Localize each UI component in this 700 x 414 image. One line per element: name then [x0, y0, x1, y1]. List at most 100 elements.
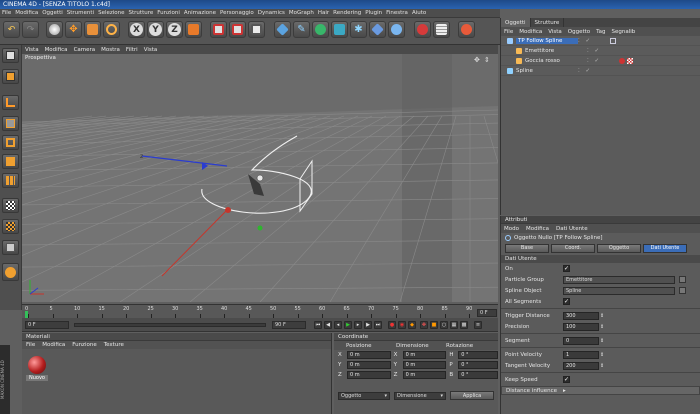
- attribute-menu-item[interactable]: Modo: [504, 226, 519, 232]
- viewport-perspective[interactable]: z ✥ ⇕ Prospettiva: [22, 54, 498, 302]
- property-number-field[interactable]: 0: [563, 336, 599, 345]
- scale-button[interactable]: [84, 21, 101, 38]
- xpresso-tag-icon[interactable]: [610, 37, 617, 44]
- property-checkbox[interactable]: ✓: [563, 265, 570, 272]
- workplane-button[interactable]: [2, 219, 19, 234]
- attr-tab[interactable]: Dati Utente: [643, 243, 687, 253]
- point-level-button[interactable]: ▩: [460, 321, 468, 329]
- rotation-field[interactable]: 0 °: [458, 361, 498, 369]
- position-field[interactable]: 0 m: [346, 351, 391, 359]
- axis-mode-button[interactable]: [2, 95, 19, 110]
- polygons-mode-button[interactable]: [2, 154, 19, 169]
- object-menu-item[interactable]: Vista: [548, 29, 562, 35]
- tab-oggetti[interactable]: Oggetti: [501, 18, 531, 27]
- pen-spline-button[interactable]: ✎: [293, 21, 310, 38]
- material-menu-item[interactable]: Modifica: [42, 342, 65, 348]
- object-row[interactable]: Spline ⁚ ✓: [501, 66, 700, 76]
- current-frame-field[interactable]: 0 F: [477, 309, 497, 317]
- object-row[interactable]: TP Follow Spline ⁚ ✓: [501, 36, 700, 46]
- undo-button[interactable]: ↶: [3, 21, 20, 38]
- deformer-button[interactable]: ✱: [350, 21, 367, 38]
- menu-item[interactable]: Oggetti: [42, 10, 63, 16]
- rotation-field[interactable]: 0 °: [458, 351, 498, 359]
- tag-icons[interactable]: [619, 57, 634, 64]
- record-button[interactable]: ●: [388, 321, 396, 329]
- menu-item[interactable]: Strutture: [129, 10, 154, 16]
- rotation-key-button[interactable]: ○: [440, 321, 448, 329]
- property-number-field[interactable]: 200: [563, 361, 599, 370]
- prev-key-button[interactable]: ◀: [324, 321, 332, 329]
- material-swatch-nuovo[interactable]: Nuovo: [26, 355, 48, 387]
- array-button[interactable]: [331, 21, 348, 38]
- distance-influence-group[interactable]: Distance influence ▸: [501, 386, 700, 395]
- texture-mode-button[interactable]: [2, 198, 19, 213]
- autokey-button[interactable]: ◉: [398, 321, 406, 329]
- viewport-menu-item[interactable]: Vista: [144, 47, 158, 53]
- stepper-icon[interactable]: ⇕: [600, 313, 604, 319]
- z-axis-button[interactable]: Z: [166, 21, 183, 38]
- snap-button[interactable]: [2, 240, 19, 255]
- menu-item[interactable]: Dynamics: [258, 10, 285, 16]
- position-key-button[interactable]: ✥: [420, 321, 428, 329]
- stepper-icon[interactable]: ⇕: [600, 338, 604, 344]
- x-axis-button[interactable]: X: [128, 21, 145, 38]
- property-link-field[interactable]: Emettitore: [563, 275, 675, 284]
- menu-item[interactable]: File: [2, 10, 11, 16]
- viewport-menu-item[interactable]: Camera: [74, 47, 96, 53]
- preview-range-slider[interactable]: [74, 323, 266, 327]
- attribute-menu-item[interactable]: Modifica: [526, 226, 549, 232]
- keyframe-selection-button[interactable]: ◆: [408, 321, 416, 329]
- menu-item[interactable]: Aiuto: [412, 10, 426, 16]
- rotate-button[interactable]: [103, 21, 120, 38]
- coordinate-mode-select[interactable]: Oggetto ▾: [338, 391, 390, 400]
- rotation-field[interactable]: 0 °: [458, 371, 498, 379]
- coord-system-button[interactable]: [185, 21, 202, 38]
- play-button[interactable]: ▶: [344, 321, 352, 329]
- menu-item[interactable]: Finestra: [386, 10, 408, 16]
- object-row[interactable]: Goccia rosso ⁚ ✓: [501, 56, 700, 66]
- render-picture-viewer-button[interactable]: [229, 21, 246, 38]
- menu-item[interactable]: Animazione: [184, 10, 216, 16]
- parameter-key-button[interactable]: ▦: [450, 321, 458, 329]
- link-arrow-icon[interactable]: [679, 287, 686, 294]
- viewport-menu-item[interactable]: Vista: [25, 47, 39, 53]
- material-menu-item[interactable]: Funzione: [72, 342, 96, 348]
- apply-button[interactable]: Applica: [450, 391, 494, 400]
- prev-frame-button[interactable]: ◂: [334, 321, 342, 329]
- property-checkbox[interactable]: ✓: [563, 376, 570, 383]
- object-mode-button[interactable]: [2, 69, 19, 84]
- layout-button[interactable]: [458, 21, 475, 38]
- stepper-icon[interactable]: ⇕: [600, 324, 604, 330]
- goto-start-button[interactable]: ⏮: [314, 321, 322, 329]
- live-selection-button[interactable]: [46, 21, 63, 38]
- object-menu-item[interactable]: File: [504, 29, 513, 35]
- viewport-canvas[interactable]: z ✥ ⇕: [22, 54, 498, 302]
- menu-item[interactable]: Plugin: [365, 10, 382, 16]
- viewport-menu-item[interactable]: Filtri: [126, 47, 138, 53]
- object-menu-item[interactable]: Oggetto: [568, 29, 590, 35]
- nurbs-button[interactable]: [312, 21, 329, 38]
- coordinate-size-select[interactable]: Dimensione ▾: [394, 391, 446, 400]
- menu-item[interactable]: Modifica: [15, 10, 38, 16]
- object-row[interactable]: Emettitore ⁚ ✓: [501, 46, 700, 56]
- menu-item[interactable]: Funzioni: [157, 10, 180, 16]
- y-axis-handle[interactable]: [257, 225, 263, 231]
- next-frame-button[interactable]: ▸: [354, 321, 362, 329]
- property-link-field[interactable]: Spline: [563, 286, 675, 295]
- emitter-handle[interactable]: [256, 174, 264, 182]
- menu-item[interactable]: Selezione: [98, 10, 124, 16]
- goto-end-button[interactable]: ⏭: [374, 321, 382, 329]
- object-menu-item[interactable]: Modifica: [519, 29, 542, 35]
- object-menu-item[interactable]: Tag: [596, 29, 605, 35]
- render-view-button[interactable]: [210, 21, 227, 38]
- attr-tab[interactable]: Coord.: [551, 243, 595, 253]
- tab-strutture[interactable]: Strutture: [531, 18, 565, 27]
- stepper-icon[interactable]: ⇕: [600, 363, 604, 369]
- size-field[interactable]: 0 m: [402, 371, 447, 379]
- move-button[interactable]: ✥: [65, 21, 82, 38]
- material-menu-item[interactable]: File: [26, 342, 35, 348]
- attr-tab[interactable]: Oggetto: [597, 243, 641, 253]
- viewport-menu-item[interactable]: Modifica: [45, 47, 68, 53]
- viewport-menu-item[interactable]: Mostra: [101, 47, 120, 53]
- camera-button[interactable]: [388, 21, 405, 38]
